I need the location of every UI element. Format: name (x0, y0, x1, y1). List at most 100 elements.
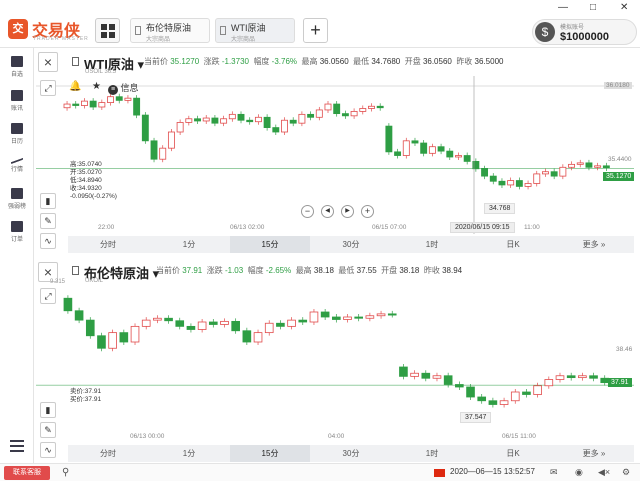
candle (167, 131, 175, 149)
indicator-icon[interactable]: ∿ (40, 442, 56, 458)
contact-support-button[interactable]: 联系客服 (4, 466, 50, 480)
corner-price-label: 9.315 (50, 279, 66, 285)
candle (263, 116, 271, 128)
low-price-tip: 37.547 (460, 412, 492, 423)
candle (376, 313, 386, 317)
order-icon (11, 221, 23, 232)
chat-icon[interactable]: ✉ (550, 467, 558, 478)
pencil-icon[interactable]: ✎ (40, 422, 56, 438)
expand-icon[interactable]: ⤢ (40, 80, 56, 96)
candle (455, 155, 462, 158)
tab-brent[interactable]: 布伦特原油 大宗商品 (130, 18, 210, 43)
minimize-button[interactable]: — (558, 2, 568, 13)
sidebar-item-orders[interactable]: 订单 (0, 221, 34, 243)
period-bar-bottom: 分时 1分 15分 30分 1时 日K 更多 » (68, 445, 634, 462)
candle (385, 125, 393, 153)
bell-icon[interactable]: 🔔 (69, 81, 81, 92)
scroll-right-button[interactable]: ▶ (341, 205, 354, 218)
candle (498, 180, 506, 186)
zoom-out-button[interactable]: − (301, 205, 314, 218)
period-bar-top: 分时 1分 15分 30分 1时 日K 更多 » (68, 236, 634, 253)
candle (264, 322, 274, 334)
period-1m[interactable]: 1分 (149, 445, 229, 462)
period-30m[interactable]: 30分 (311, 236, 391, 253)
sidebar-item-watchlist[interactable]: 自选 (0, 56, 34, 78)
camera-icon[interactable]: ◉ (575, 467, 583, 478)
candle (159, 147, 167, 160)
period-30m[interactable]: 30分 (311, 445, 391, 462)
news-icon (11, 90, 23, 101)
bookmark-icon (11, 56, 23, 67)
candle (211, 117, 219, 124)
candle (507, 180, 515, 186)
last-price-tag: 35.1270 (603, 172, 635, 181)
sidebar-item-label: 账讯 (10, 106, 23, 112)
trend-icon (11, 153, 23, 165)
candle (550, 171, 558, 177)
scroll-left-button[interactable]: ◀ (321, 205, 334, 218)
candle (455, 384, 464, 388)
candle (98, 102, 106, 108)
bar-chart-icon (11, 188, 23, 199)
maximize-button[interactable]: □ (590, 2, 596, 13)
candle (80, 100, 88, 106)
period-1m[interactable]: 1分 (149, 236, 229, 253)
calendar-icon (11, 123, 23, 134)
sidebar-item-quotes[interactable]: 行情 (0, 153, 34, 173)
candle (477, 396, 487, 402)
sidebar-menu-button[interactable] (0, 440, 34, 454)
info-button[interactable]: ≡ 信息 (108, 81, 139, 95)
close-window-button[interactable]: ✕ (620, 2, 628, 13)
brent-candlestick-chart[interactable] (36, 286, 634, 444)
sidebar-item-calendar[interactable]: 日历 (0, 123, 34, 145)
bid-ask-readout: 卖价:37.91 买价:37.91 (70, 388, 102, 403)
period-timeshare[interactable]: 分时 (68, 445, 148, 462)
candle (463, 155, 471, 162)
top-bar: 交 交易侠 TRADER MASTER 布伦特原油 大宗商品 WTI原油 大宗商… (0, 0, 640, 48)
candle (376, 105, 384, 109)
candle (220, 118, 228, 124)
drawing-tools-icon[interactable]: ▮ (40, 402, 56, 418)
chart-zoom-controls: − ◀ ▶ + (301, 205, 381, 219)
expand-icon[interactable]: ⤢ (40, 288, 56, 304)
period-1h[interactable]: 1时 (392, 445, 472, 462)
candle (242, 330, 252, 343)
y-axis-label: 38.46 (616, 346, 633, 353)
app-tagline: TRADER MASTER (33, 36, 89, 42)
quote-bar: 当前价 37.91 涨跌 -1.03 幅度 -2.65% 最高 38.18 最低… (156, 266, 463, 275)
close-panel-button[interactable]: × (38, 52, 58, 72)
period-15m[interactable]: 15分 (230, 445, 310, 462)
star-icon[interactable]: ★ (92, 81, 101, 92)
candle (141, 319, 151, 327)
candle (522, 391, 531, 395)
grid-icon (101, 24, 107, 30)
period-more[interactable]: 更多 » (554, 445, 634, 462)
account-widget[interactable]: $ 模拟账号 $1000000 (532, 19, 637, 45)
period-more[interactable]: 更多 » (554, 236, 634, 253)
drawing-tools-icon[interactable]: ▮ (40, 193, 56, 209)
zoom-in-button[interactable]: + (361, 205, 374, 218)
add-tab-button[interactable]: + (303, 18, 328, 43)
candle (309, 311, 319, 323)
tab-wti[interactable]: WTI原油 大宗商品 (215, 18, 295, 43)
period-1h[interactable]: 1时 (392, 236, 472, 253)
sidebar-item-news[interactable]: 账讯 (0, 90, 34, 112)
sidebar-item-rankings[interactable]: 强弱榜 (0, 188, 34, 210)
period-timeshare[interactable]: 分时 (68, 236, 148, 253)
pencil-icon[interactable]: ✎ (40, 213, 56, 229)
settings-icon[interactable]: ⚙ (622, 467, 630, 478)
candle (394, 151, 402, 156)
indicator-icon[interactable]: ∿ (40, 233, 56, 249)
period-15m[interactable]: 15分 (230, 236, 310, 253)
period-daily[interactable]: 日K (473, 445, 553, 462)
apps-grid-button[interactable] (95, 18, 120, 43)
period-daily[interactable]: 日K (473, 236, 553, 253)
candle (185, 118, 193, 123)
candle (420, 142, 428, 154)
candle (89, 100, 97, 108)
candle (566, 375, 576, 379)
candle (298, 319, 308, 323)
tab-label: WTI原油 (231, 23, 266, 33)
candle (488, 400, 498, 405)
mute-icon[interactable]: ◀× (598, 467, 610, 478)
